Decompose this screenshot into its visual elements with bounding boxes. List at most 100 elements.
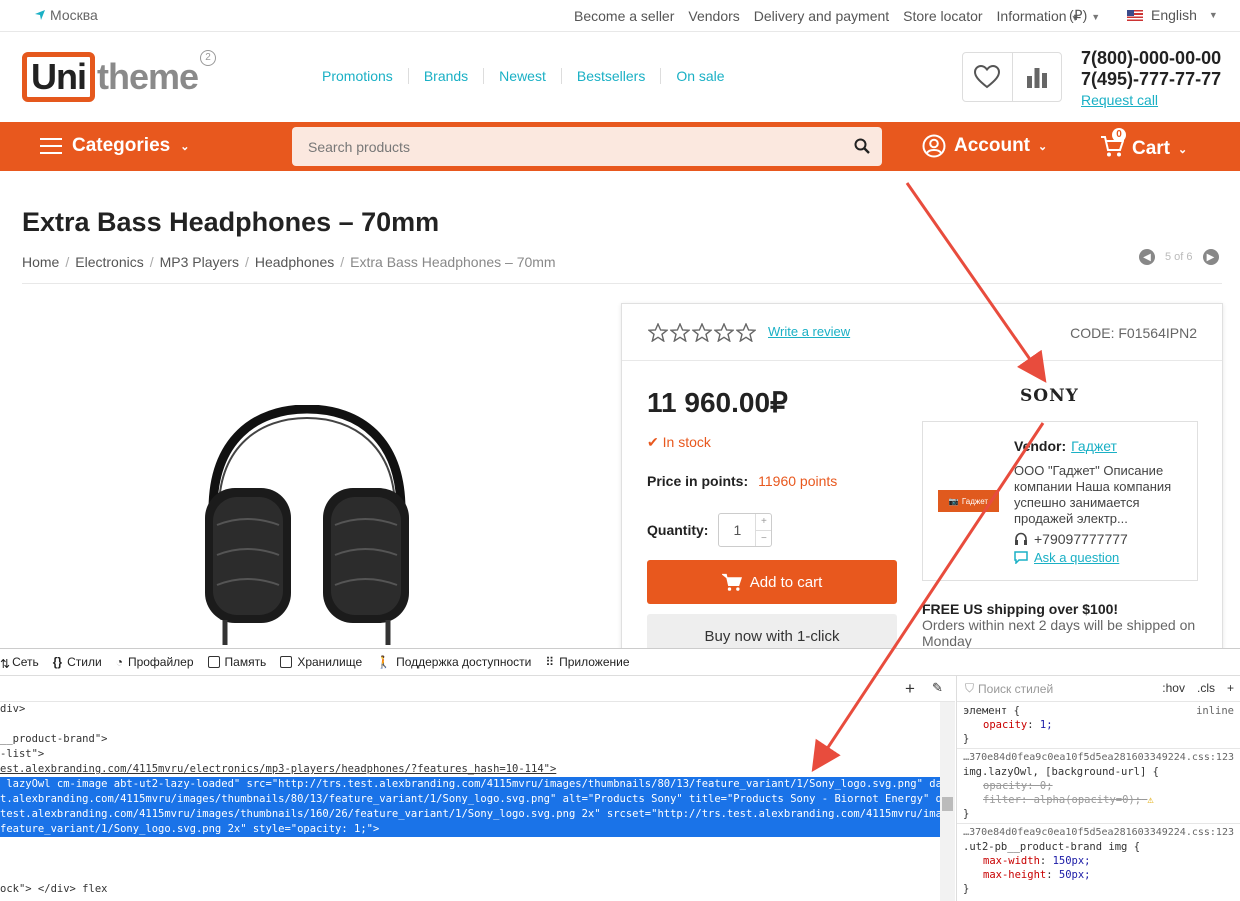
menu-icon [40,138,62,154]
nav-on-sale[interactable]: On sale [660,68,739,84]
tab-accessibility[interactable]: 🚶 Поддержка доступности [376,655,531,669]
selected-code-line[interactable]: t.alexbranding.com/4115mvru/images/thumb… [0,792,940,807]
product-image[interactable] [195,405,420,645]
ask-question-link[interactable]: Ask a question [1014,550,1119,565]
top-link-become-seller[interactable]: Become a seller [574,8,674,24]
top-link-vendors[interactable]: Vendors [688,8,739,24]
devtools-tabs: ⇅ Сеть {} Стили ◔ Профайлер Память Хранилищ… [0,649,1240,676]
code-line[interactable]: div> [0,702,940,717]
logo[interactable]: Uni theme 2 [22,50,216,102]
prop-name[interactable]: opacity [983,780,1027,792]
selected-code-line[interactable]: test.alexbranding.com/4115mvru/images/th… [0,807,940,822]
camera-icon: 📷 [948,496,959,506]
prop-value[interactable]: 1; [1040,719,1053,731]
prop-value[interactable]: 150px; [1053,855,1091,867]
code-line[interactable] [0,717,940,732]
vendor-name-link[interactable]: Гаджет [1071,438,1117,454]
currency-selector[interactable]: (₽) ▼ [1069,7,1100,24]
code-line[interactable]: ock"> </div> flex [0,882,940,897]
top-link-delivery[interactable]: Delivery and payment [754,8,889,24]
top-link-store-locator[interactable]: Store locator [903,8,982,24]
add-to-cart-label: Add to cart [749,573,823,591]
cls-toggle[interactable]: .cls [1197,681,1215,695]
prop-name[interactable]: filter [983,794,1021,806]
code-line[interactable] [0,867,940,882]
brand-logo[interactable]: SONY [1020,386,1079,406]
ask-question-label: Ask a question [1034,550,1120,565]
tab-profiler[interactable]: ◔ Профайлер [116,655,194,669]
prop-name[interactable]: opacity [983,719,1027,731]
quantity-stepper[interactable]: 1 + − [718,513,773,547]
nav-brands[interactable]: Brands [407,68,483,84]
add-to-cart-button[interactable]: Add to cart [647,560,897,604]
code-line[interactable]: -list"> [0,747,940,762]
prop-name[interactable]: max-width [983,855,1040,867]
rule-source[interactable]: …370e84d0fea9c0ea10f5d5ea281603349224.cs… [963,751,1234,765]
tab-storage[interactable]: Хранилище [280,655,362,669]
language-selector[interactable]: English ▼ [1127,7,1218,23]
cart-count-badge: 0 [1112,128,1126,142]
phone-1[interactable]: 7(800)-000-00-00 [1081,48,1221,69]
nav-newest[interactable]: Newest [483,68,561,84]
quantity-value[interactable]: 1 [719,514,755,546]
styles-pane: ⛉ Поиск стилей :hov .cls + элемент { inline… [956,676,1240,901]
add-rule-button[interactable]: + [1227,681,1234,695]
nav-promotions[interactable]: Promotions [322,68,408,84]
rule-source[interactable]: …370e84d0fea9c0ea10f5d5ea281603349224.cs… [963,826,1234,840]
breadcrumb-mp3[interactable]: MP3 Players [160,254,239,270]
scrollbar-thumb[interactable] [942,797,953,811]
prop-value[interactable]: 0; [1040,780,1053,792]
breadcrumb-electronics[interactable]: Electronics [75,254,143,270]
selected-code-line[interactable]: feature_variant/1/Sony_logo.svg.png 2x" … [0,822,940,837]
rule-selector[interactable]: .ut2-pb__product-brand img [963,841,1127,853]
breadcrumb-headphones[interactable]: Headphones [255,254,334,270]
tab-accessibility-label: Поддержка доступности [396,655,532,669]
tab-styles[interactable]: {} Стили [53,655,102,669]
code-line[interactable] [0,852,940,867]
increase-button[interactable]: + [756,514,771,530]
tab-application[interactable]: ⠿ Приложение [545,655,629,669]
write-review-link[interactable]: Write a review [768,324,850,339]
decrease-button[interactable]: − [756,529,772,547]
page-title: Extra Bass Headphones – 70mm [22,207,440,237]
breadcrumb-home[interactable]: Home [22,254,59,270]
tab-storage-label: Хранилище [297,655,363,669]
prop-value[interactable]: alpha(opacity=0); [1034,794,1141,806]
stock-status: ✔ In stock [647,434,711,451]
rule-selector[interactable]: img.lazyOwl, [background-url] [963,766,1146,778]
wishlist-button[interactable] [963,53,1012,101]
prop-value[interactable]: 50px; [1059,869,1091,881]
search-icon[interactable] [854,138,870,154]
html-tree-scrollbar[interactable] [940,702,955,901]
html-tree[interactable]: div> __product-brand"> -list"> est.alexb… [0,702,940,901]
next-product-button[interactable]: ▶ [1202,249,1219,265]
code-line[interactable] [0,837,940,852]
rating-stars[interactable] [648,323,756,342]
rule-selector[interactable]: элемент [963,705,1007,717]
phone-2[interactable]: 7(495)-777-77-77 [1081,69,1221,90]
logo-rest-text: theme [97,56,199,97]
vendor-phone[interactable]: +79097777777 [1014,531,1128,547]
prev-product-button[interactable]: ◀ [1139,249,1155,265]
tab-network[interactable]: ⇅ Сеть [0,655,39,671]
tab-memory[interactable]: Память [207,655,266,669]
rule-source[interactable]: inline [1196,704,1234,718]
request-call-link[interactable]: Request call [1081,90,1221,111]
compare-button[interactable] [1011,53,1061,101]
add-node-button[interactable]: + [905,679,915,699]
hov-toggle[interactable]: :hov [1162,681,1185,695]
top-link-information[interactable]: Information ▼ [997,8,1080,24]
selected-code-line[interactable]: lazyOwl cm-image abt-ut2-lazy-loaded" sr… [0,777,940,792]
nav-bestsellers[interactable]: Bestsellers [560,68,660,84]
cart-button[interactable]: 0 Cart ⌄ [1100,128,1187,164]
city-selector[interactable]: Москва [34,7,98,23]
styles-filter[interactable]: ⛉ Поиск стилей :hov .cls + [957,676,1240,702]
account-button[interactable]: Account ⌄ [922,134,1047,158]
eyedropper-icon[interactable]: ✎ [932,680,943,696]
categories-button[interactable]: Categories ⌄ [40,135,189,157]
search-input[interactable] [292,127,882,166]
code-line[interactable]: est.alexbranding.com/4115mvru/electronic… [0,762,940,777]
code-line[interactable]: __product-brand"> [0,732,940,747]
prop-name[interactable]: max-height [983,869,1046,881]
vendor-logo[interactable]: 📷 Гаджет [938,490,999,512]
